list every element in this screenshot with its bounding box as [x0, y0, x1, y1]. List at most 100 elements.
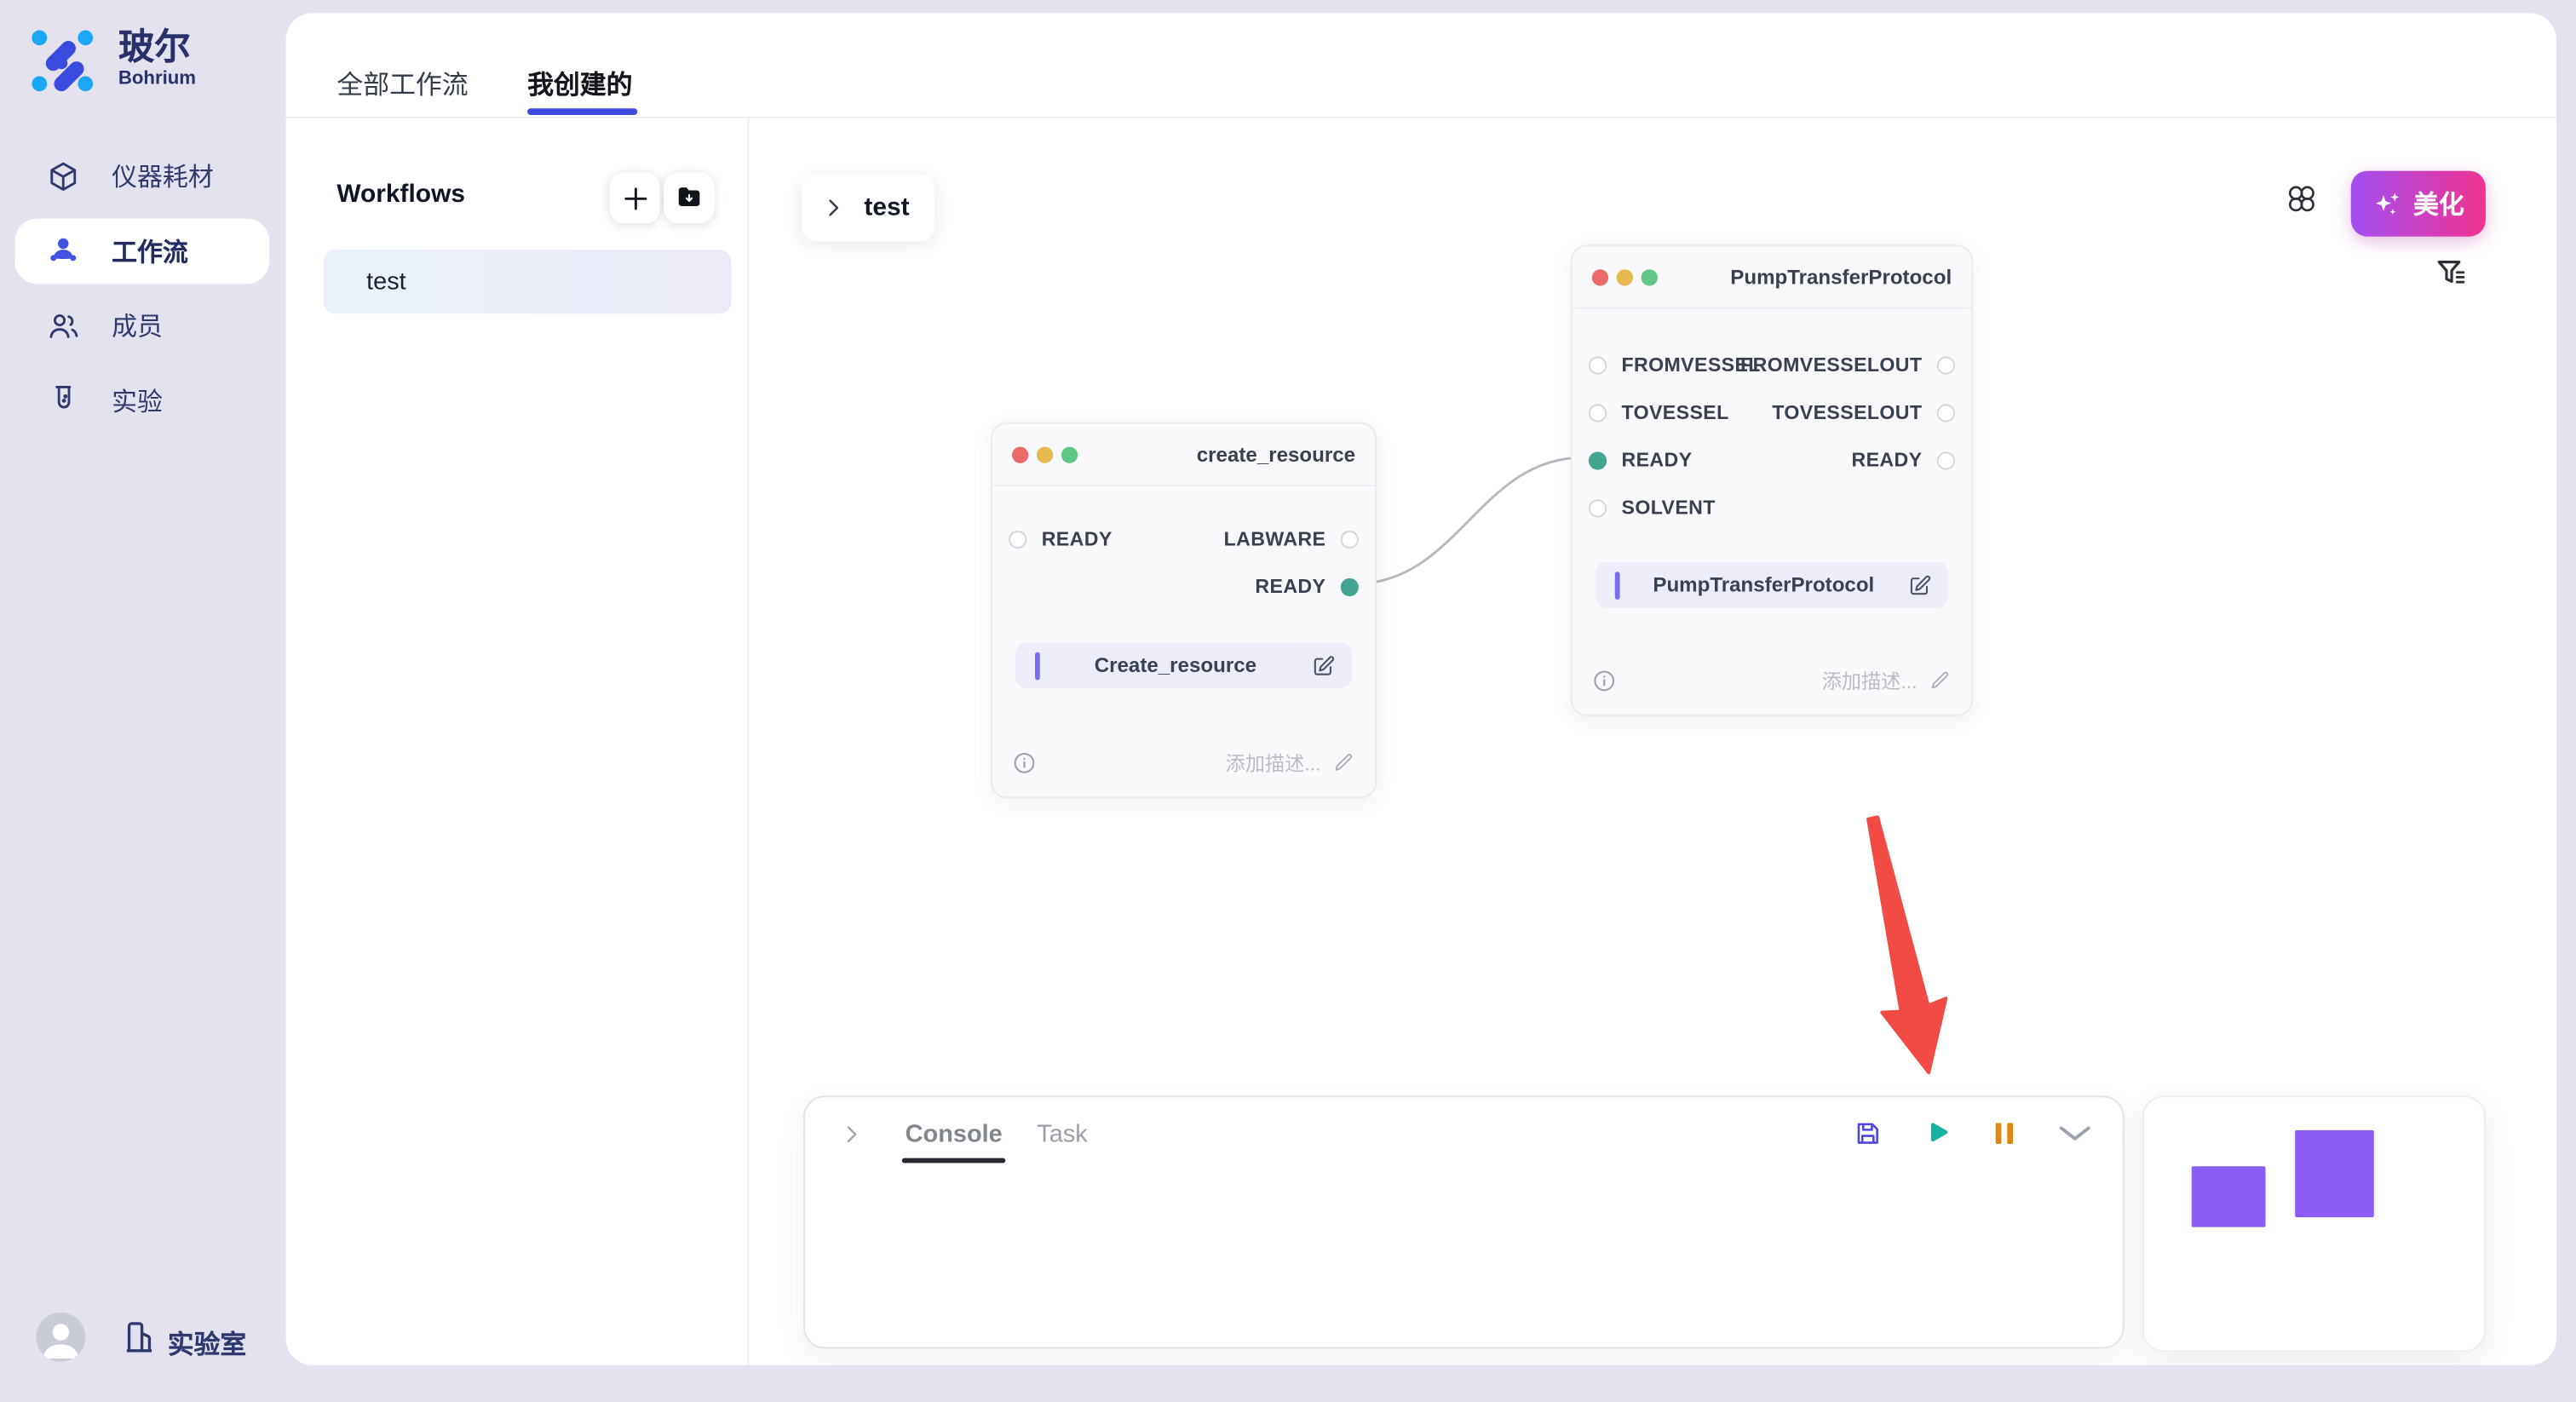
port-output-ready: READY	[1851, 444, 1955, 477]
sidebar-item-instruments[interactable]: 仪器耗材	[0, 143, 286, 209]
tab-created-by-me[interactable]: 我创建的	[527, 62, 632, 101]
port-input-ready: READY	[1009, 522, 1113, 555]
node-action-pill[interactable]: PumpTransferProtocol	[1596, 562, 1949, 608]
info-icon[interactable]	[1012, 750, 1037, 774]
port-circle-connected[interactable]	[1589, 451, 1607, 468]
port-circle[interactable]	[1589, 356, 1607, 374]
play-icon[interactable]	[1922, 1118, 1952, 1148]
save-icon[interactable]	[1853, 1118, 1883, 1148]
port-input-tovessel: TOVESSEL	[1589, 396, 1729, 429]
workflow-item-name: test	[366, 267, 406, 296]
filter-icon[interactable]	[2435, 256, 2470, 292]
workspace-tabbar: 全部工作流 我创建的	[286, 13, 2556, 118]
active-tab-underline	[527, 108, 637, 114]
port-circle[interactable]	[1589, 498, 1607, 516]
brand-logo: 玻尔 Bohrium	[28, 26, 196, 95]
pencil-icon[interactable]	[1332, 750, 1355, 773]
traffic-dot-red	[1012, 446, 1028, 463]
sparkles-icon	[2372, 188, 2404, 220]
avatar[interactable]	[36, 1313, 85, 1362]
port-label: FROMVESSELOUT	[1740, 353, 1922, 376]
pause-icon[interactable]	[1991, 1118, 2017, 1148]
description-placeholder[interactable]: 添加描述...	[1226, 748, 1321, 776]
minimap[interactable]	[2142, 1095, 2486, 1352]
collapse-chevron-icon[interactable]	[841, 1123, 862, 1144]
sidebar: 玻尔 Bohrium 仪器耗材 工作流 成员	[0, 0, 286, 1401]
port-label: SOLVENT	[1621, 496, 1715, 519]
description-placeholder[interactable]: 添加描述...	[1822, 666, 1918, 694]
node-create-resource[interactable]: create_resource READY LABWARE READY Crea…	[991, 422, 1377, 799]
breadcrumb-label: test	[864, 193, 909, 223]
port-circle[interactable]	[1937, 356, 1955, 374]
brand-subtitle: Bohrium	[118, 69, 196, 89]
port-circle-connected[interactable]	[1341, 577, 1359, 595]
port-input-solvent: SOLVENT	[1589, 491, 1716, 525]
beautify-button[interactable]: 美化	[2351, 171, 2486, 237]
traffic-dot-yellow	[1037, 446, 1053, 463]
lab-label[interactable]: 实验室	[168, 1322, 247, 1361]
port-label: LABWARE	[1224, 527, 1326, 550]
traffic-dot-yellow	[1617, 268, 1633, 284]
sidebar-item-members[interactable]: 成员	[0, 292, 286, 358]
port-input-ready: READY	[1589, 444, 1693, 477]
tab-console[interactable]: Console	[906, 1119, 1003, 1147]
sidebar-footer: 实验室	[0, 1309, 286, 1365]
layout-command-icon[interactable]	[2284, 181, 2323, 220]
plus-icon	[622, 185, 648, 211]
port-label: READY	[1042, 527, 1113, 550]
node-header: PumpTransferProtocol	[1573, 246, 1972, 308]
node-header: create_resource	[992, 424, 1375, 486]
console-panel: Console Task	[803, 1095, 2125, 1348]
sidebar-item-label: 仪器耗材	[112, 158, 214, 193]
port-circle[interactable]	[1937, 403, 1955, 421]
import-folder-button[interactable]	[664, 172, 715, 223]
building-icon	[122, 1318, 158, 1357]
sidebar-item-label: 工作流	[112, 233, 188, 268]
person-icon	[46, 233, 80, 267]
tab-task[interactable]: Task	[1037, 1119, 1087, 1147]
port-circle[interactable]	[1937, 451, 1955, 468]
workflows-panel: Workflows test	[286, 118, 750, 1365]
sidebar-item-workflows[interactable]: 工作流	[0, 218, 286, 284]
add-workflow-button[interactable]	[609, 172, 660, 223]
port-output-ready: READY	[1255, 570, 1359, 603]
sidebar-item-experiments[interactable]: 实验	[0, 367, 286, 433]
pill-label: PumpTransferProtocol	[1620, 573, 1907, 596]
node-footer: 添加描述...	[1592, 662, 1952, 698]
port-circle[interactable]	[1341, 530, 1359, 548]
traffic-dot-green	[1061, 446, 1078, 463]
pencil-icon[interactable]	[1929, 669, 1952, 692]
edit-icon[interactable]	[1311, 653, 1336, 678]
main-content: 全部工作流 我创建的 Workflows test	[286, 13, 2556, 1365]
pill-label: Create_resource	[1040, 654, 1311, 677]
beautify-label: 美化	[2413, 186, 2464, 221]
minimap-node-create-resource	[2192, 1166, 2266, 1227]
users-icon	[46, 308, 80, 342]
info-icon[interactable]	[1592, 668, 1617, 692]
port-label: TOVESSELOUT	[1772, 401, 1922, 424]
port-label: READY	[1255, 575, 1325, 598]
port-output-labware: LABWARE	[1224, 522, 1359, 555]
port-label: READY	[1621, 448, 1692, 471]
workflow-list-item-test[interactable]: test	[324, 250, 731, 313]
port-circle[interactable]	[1009, 530, 1026, 548]
edit-icon[interactable]	[1907, 572, 1932, 597]
node-footer: 添加描述...	[1012, 744, 1355, 780]
canvas-breadcrumb[interactable]: test	[802, 174, 934, 241]
brand-text: 玻尔 Bohrium	[118, 26, 196, 89]
chevron-down-icon[interactable]	[2057, 1118, 2093, 1148]
port-output-fromvesselout: FROMVESSELOUT	[1740, 348, 1955, 382]
workflow-canvas[interactable]: test 美化	[749, 118, 2556, 1365]
console-toolbar: Console Task	[805, 1097, 2123, 1169]
workflows-panel-title: Workflows	[336, 181, 465, 210]
folder-download-icon	[676, 184, 704, 212]
console-actions	[1853, 1118, 2093, 1148]
node-action-pill[interactable]: Create_resource	[1015, 642, 1352, 688]
node-pump-transfer-protocol[interactable]: PumpTransferProtocol FROMVESSEL TOVESSEL…	[1571, 244, 1973, 715]
app-root: 玻尔 Bohrium 仪器耗材 工作流 成员	[0, 0, 2576, 1401]
tab-all-workflows[interactable]: 全部工作流	[336, 62, 468, 101]
port-output-tovesselout: TOVESSELOUT	[1772, 396, 1955, 429]
box-icon	[46, 158, 80, 192]
port-circle[interactable]	[1589, 403, 1607, 421]
annotation-arrow-red	[1853, 813, 1958, 1093]
